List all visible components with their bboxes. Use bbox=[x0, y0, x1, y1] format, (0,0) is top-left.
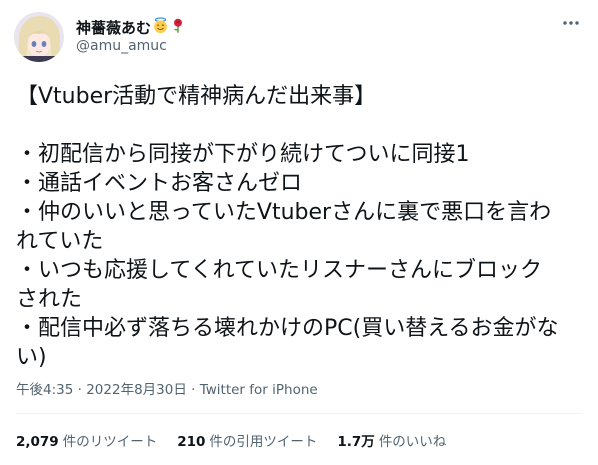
avatar-image bbox=[14, 12, 64, 62]
tweet-line: された bbox=[16, 287, 83, 312]
tweet-meta: 午後4:35 · 2022年8月30日 · Twitter for iPhone bbox=[16, 378, 318, 398]
tweet-time[interactable]: 午後4:35 bbox=[16, 382, 73, 398]
rose-icon bbox=[170, 17, 186, 38]
tweet-line: い) bbox=[16, 345, 47, 370]
more-options-icon bbox=[563, 21, 579, 25]
quote-tweets-stat[interactable]: 210 件の引用ツイート bbox=[177, 430, 317, 450]
tweet-date[interactable]: 2022年8月30日 bbox=[86, 382, 187, 398]
smiling-face-with-halo-icon bbox=[152, 17, 169, 38]
retweets-count: 2,079 bbox=[16, 434, 59, 450]
quote-tweets-label: 件の引用ツイート bbox=[209, 434, 318, 450]
avatar[interactable] bbox=[14, 12, 64, 62]
tweet-line: ・いつも応援してくれていたリスナーさんにブロック bbox=[16, 258, 543, 283]
tweet: 神薔薇あむ @amu_amuc 【Vtuber活動で精神病んだ出来事】 ・初配信… bbox=[0, 0, 598, 465]
quote-tweets-count: 210 bbox=[177, 434, 206, 450]
tweet-line bbox=[16, 111, 582, 140]
retweets-stat[interactable]: 2,079 件のリツイート bbox=[16, 430, 157, 450]
meta-separator: · bbox=[191, 382, 196, 398]
tweet-client-link[interactable]: Twitter for iPhone bbox=[200, 382, 318, 398]
tweet-line: れていた bbox=[16, 229, 104, 254]
retweets-label: 件のリツイート bbox=[62, 434, 158, 450]
meta-separator: · bbox=[77, 382, 82, 398]
tweet-stats: 2,079 件のリツイート 210 件の引用ツイート 1.7万 件のいいね bbox=[16, 430, 446, 450]
tweet-line: ・仲のいいと思っていたVtuberさんに裏で悪口を言わ bbox=[16, 200, 552, 225]
divider bbox=[16, 413, 582, 414]
likes-count: 1.7万 bbox=[337, 434, 375, 450]
tweet-text: 【Vtuber活動で精神病んだ出来事】 ・初配信から同接が下がり続けてついに同接… bbox=[16, 82, 582, 372]
more-options-button[interactable] bbox=[560, 12, 582, 34]
likes-stat[interactable]: 1.7万 件のいいね bbox=[337, 430, 446, 450]
user-handle[interactable]: @amu_amuc bbox=[76, 38, 167, 54]
display-name[interactable]: 神薔薇あむ bbox=[76, 17, 151, 38]
display-name-row[interactable]: 神薔薇あむ bbox=[76, 17, 186, 38]
tweet-line: ・初配信から同接が下がり続けてついに同接1 bbox=[16, 142, 470, 167]
tweet-line: 【Vtuber活動で精神病んだ出来事】 bbox=[16, 84, 377, 109]
tweet-line: ・通話イベントお客さんゼロ bbox=[16, 171, 303, 196]
likes-label: 件のいいね bbox=[378, 434, 447, 450]
tweet-line: ・配信中必ず落ちる壊れかけのPC(買い替えるお金がな bbox=[16, 316, 559, 341]
